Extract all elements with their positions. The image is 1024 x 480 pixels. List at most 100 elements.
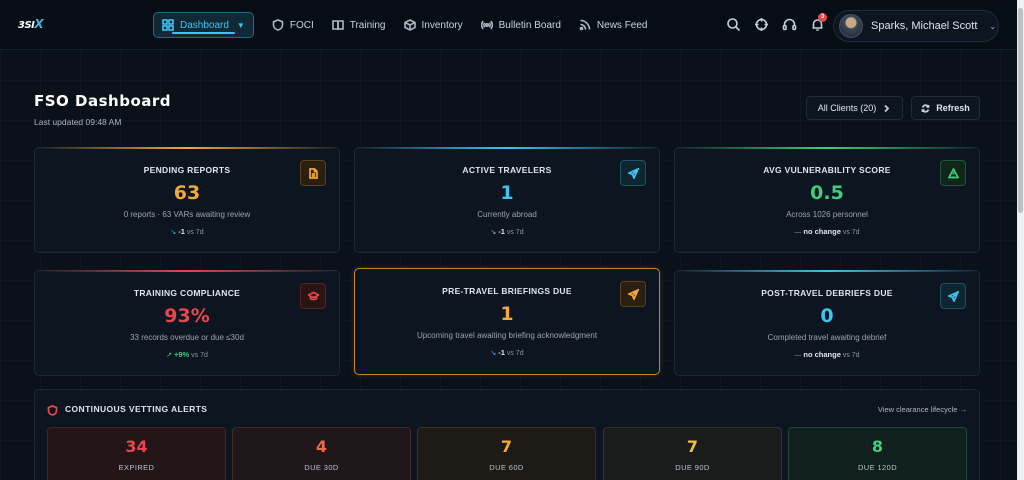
vetting-count: 8 xyxy=(871,437,884,456)
nav-item-foci[interactable]: FOCI xyxy=(272,12,314,38)
plane-icon xyxy=(627,167,639,179)
nav-item-label: Training xyxy=(349,19,386,31)
app-logo[interactable]: 3SIX xyxy=(18,17,44,31)
card-subtitle: Completed travel awaiting debrief xyxy=(767,333,887,342)
card-post-travel-debriefs-due[interactable]: POST-TRAVEL DEBRIEFS DUE 0 Completed tra… xyxy=(674,270,980,376)
vetting-box-due-60d[interactable]: 7 DUE 60D xyxy=(417,427,596,480)
vetting-count: 34 xyxy=(125,437,148,456)
top-navigation-bar: 3SIX Dashboard ▼ FOCI Training Inventory… xyxy=(0,0,1017,50)
view-clearance-lifecycle-link[interactable]: View clearance lifecycle → xyxy=(878,405,967,414)
main-nav: Dashboard ▼ FOCI Training Inventory Bull… xyxy=(153,12,647,38)
card-subtitle: 33 records overdue or due ≤30d xyxy=(130,333,244,342)
trend-down-icon: ↘ xyxy=(490,350,497,357)
all-clients-label: All Clients (20) xyxy=(817,103,877,113)
vetting-box-due-120d[interactable]: 8 DUE 120D xyxy=(788,427,967,480)
card-label: PENDING REPORTS xyxy=(143,165,231,175)
nav-item-label: Inventory xyxy=(421,19,463,31)
card-avg-vulnerability-score[interactable]: AVG VULNERABILITY SCORE 0.5 Across 1026 … xyxy=(674,147,980,253)
chevron-down-icon: ▼ xyxy=(236,20,245,30)
card-label: AVG VULNERABILITY SCORE xyxy=(763,165,891,175)
section-title: CONTINUOUS VETTING ALERTS xyxy=(65,404,208,414)
card-accent-bar xyxy=(35,270,339,272)
search-icon xyxy=(727,18,741,32)
card-trend: — no change vs 7d xyxy=(794,227,860,236)
card-icon-badge xyxy=(940,283,966,309)
vetting-label: DUE 90D xyxy=(675,463,710,472)
card-value: 93% xyxy=(164,305,210,327)
card-value: 63 xyxy=(173,182,201,204)
nav-item-training[interactable]: Training xyxy=(331,12,386,38)
vetting-count: 4 xyxy=(315,437,328,456)
card-label: PRE-TRAVEL BRIEFINGS DUE xyxy=(442,286,572,296)
trend-up-icon: ↗ xyxy=(166,352,172,359)
shield-icon xyxy=(47,403,58,416)
nav-item-label: FOCI xyxy=(289,19,314,31)
last-updated-text: Last updated 09:48 AM xyxy=(34,117,122,127)
card-trend: ↗ +9% vs 7d xyxy=(166,350,208,359)
nav-item-inventory[interactable]: Inventory xyxy=(403,12,463,38)
trend-down-icon: ↘ xyxy=(490,229,497,236)
notification-badge: 3 xyxy=(818,13,827,22)
card-label: ACTIVE TRAVELERS xyxy=(462,165,552,175)
plane-icon xyxy=(947,290,959,302)
card-trend: ↘ -1 vs 7d xyxy=(490,227,524,236)
support-button[interactable] xyxy=(782,17,797,32)
card-label: POST-TRAVEL DEBRIEFS DUE xyxy=(761,288,893,298)
all-clients-button[interactable]: All Clients (20) xyxy=(806,96,903,120)
card-label: TRAINING COMPLIANCE xyxy=(133,288,241,298)
card-subtitle: 0 reports · 63 VARs awaiting review xyxy=(123,210,251,219)
vetting-label: DUE 120D xyxy=(857,463,898,472)
page-title: FSO Dashboard xyxy=(34,92,172,110)
trend-down-icon: ↘ xyxy=(170,229,177,236)
vetting-label: DUE 60D xyxy=(489,463,524,472)
vetting-box-expired[interactable]: 34 EXPIRED xyxy=(47,427,226,480)
continuous-vetting-panel: CONTINUOUS VETTING ALERTS View clearance… xyxy=(34,389,980,480)
top-utility-icons: 3 xyxy=(726,13,827,32)
card-value: 0 xyxy=(820,305,834,327)
card-subtitle: Upcoming travel awaiting briefing acknow… xyxy=(416,331,598,340)
card-active-travelers[interactable]: ACTIVE TRAVELERS 1 Currently abroad ↘ -1… xyxy=(354,147,660,253)
refresh-button[interactable]: Refresh xyxy=(911,96,980,120)
user-menu[interactable]: Sparks, Michael Scott ⌄ xyxy=(833,10,999,42)
vetting-box-due-30d[interactable]: 4 DUE 30D xyxy=(232,427,411,480)
book-icon xyxy=(331,20,344,31)
trend-flat-icon: — xyxy=(794,229,802,236)
nav-item-label: Dashboard xyxy=(180,19,229,31)
nav-item-bulletin-board[interactable]: Bulletin Board xyxy=(480,12,561,38)
nav-item-dashboard[interactable]: Dashboard ▼ xyxy=(153,12,254,38)
plane-icon xyxy=(627,288,639,300)
shield-icon xyxy=(272,19,284,31)
nav-item-news-feed[interactable]: News Feed xyxy=(579,12,647,38)
card-accent-bar xyxy=(355,147,659,149)
search-button[interactable] xyxy=(726,17,741,32)
vetting-box-due-90d[interactable]: 7 DUE 90D xyxy=(603,427,782,480)
card-icon-badge xyxy=(940,160,966,186)
trend-flat-icon: — xyxy=(794,352,802,359)
card-accent-bar xyxy=(35,147,339,149)
card-trend: — no change vs 7d xyxy=(794,350,860,359)
graduation-cap-icon xyxy=(307,291,319,300)
card-pre-travel-briefings-due[interactable]: PRE-TRAVEL BRIEFINGS DUE 1 Upcoming trav… xyxy=(354,268,660,375)
card-trend: ↘ -1 vs 7d xyxy=(170,227,204,236)
page-scrollbar[interactable] xyxy=(1017,0,1024,480)
card-trend: ↘ -1 vs 7d xyxy=(490,348,524,357)
crosshair-icon xyxy=(755,18,768,31)
notifications-button[interactable]: 3 xyxy=(810,13,827,32)
user-name: Sparks, Michael Scott xyxy=(871,20,978,32)
card-icon-badge xyxy=(620,160,646,186)
card-pending-reports[interactable]: PENDING REPORTS 63 0 reports · 63 VARs a… xyxy=(34,147,340,253)
card-value: 1 xyxy=(500,303,514,325)
card-subtitle: Across 1026 personnel xyxy=(786,210,868,219)
chevron-right-icon xyxy=(884,104,890,112)
cube-icon xyxy=(403,19,416,31)
crosshair-button[interactable] xyxy=(754,17,769,32)
scrollbar-thumb[interactable] xyxy=(1018,8,1023,213)
card-icon-badge xyxy=(620,281,646,307)
card-training-compliance[interactable]: TRAINING COMPLIANCE 93% 33 records overd… xyxy=(34,270,340,376)
rss-icon xyxy=(579,19,591,31)
refresh-icon xyxy=(921,103,930,113)
broadcast-icon xyxy=(480,20,493,30)
vetting-label: EXPIRED xyxy=(118,463,155,472)
card-accent-bar xyxy=(675,270,979,272)
card-value: 1 xyxy=(500,182,514,204)
